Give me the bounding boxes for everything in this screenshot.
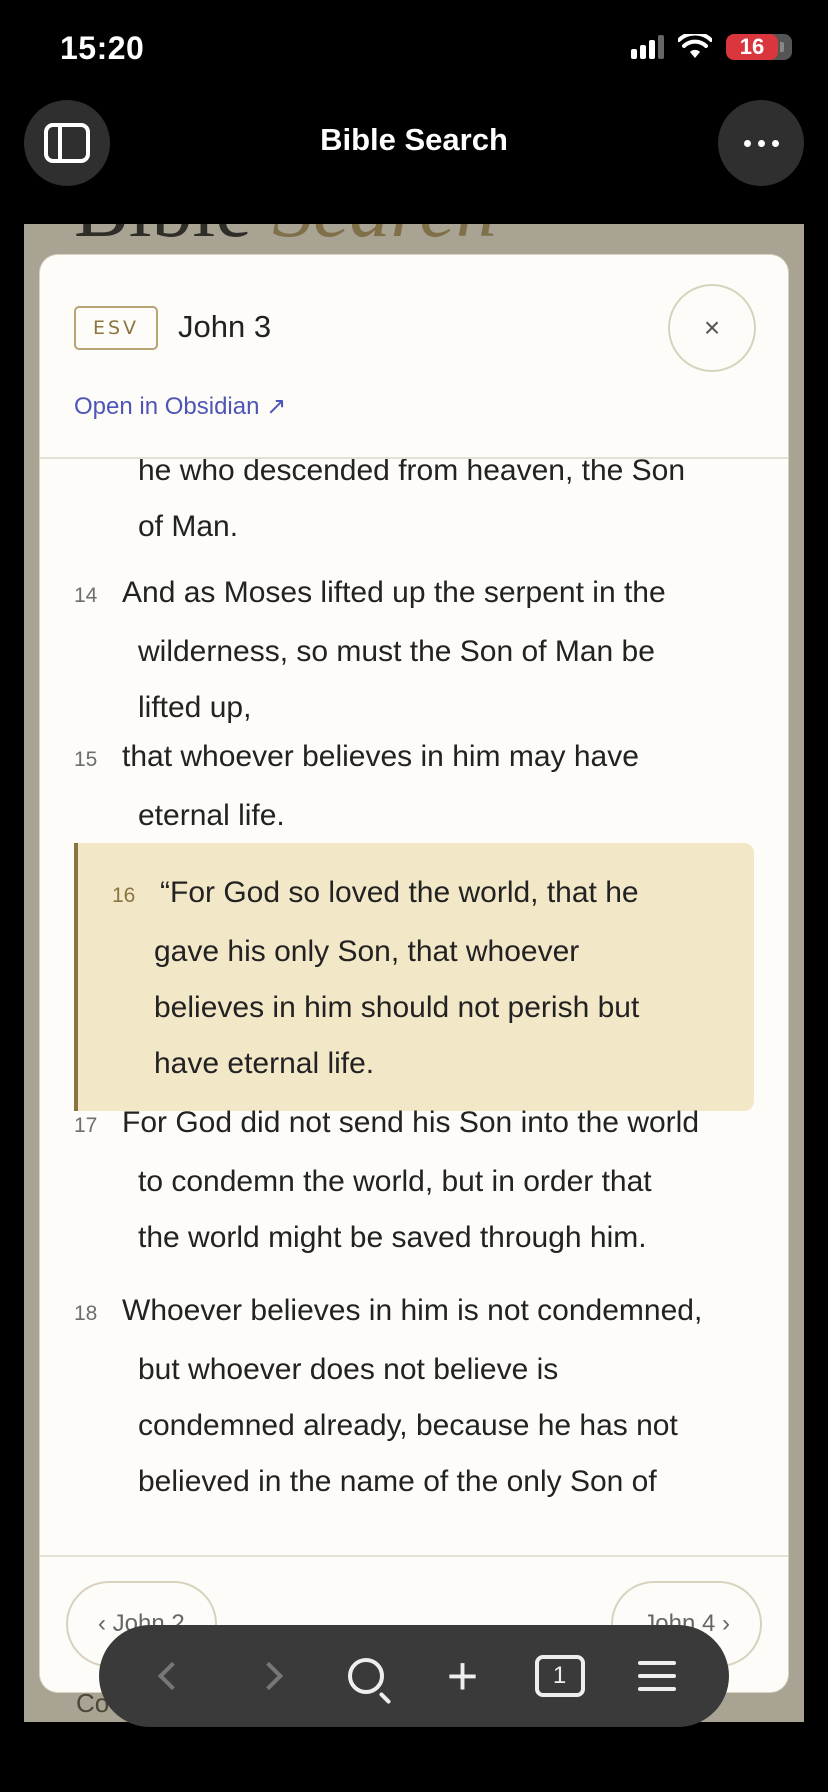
- battery-level: 16: [726, 34, 784, 60]
- verse-number: 15: [74, 748, 98, 771]
- ellipsis-icon: [743, 139, 779, 147]
- tabs-button[interactable]: 1: [528, 1644, 592, 1708]
- close-button[interactable]: ×: [668, 284, 756, 372]
- plus-icon: +: [446, 1646, 479, 1706]
- modal-header: ESV John 3 × Open in Obsidian ↗: [40, 255, 788, 459]
- verse-14: 14 And as Moses lifted up the serpent in …: [74, 565, 754, 736]
- verse-16-highlight: 16 “For God so loved the world, that he g…: [74, 843, 754, 1111]
- search-button[interactable]: [334, 1644, 398, 1708]
- verse-modal: ESV John 3 × Open in Obsidian ↗ he who d…: [40, 255, 788, 1692]
- verse-number: 16: [112, 884, 136, 907]
- tab-count: 1: [534, 1655, 585, 1697]
- status-icons: 16: [631, 34, 792, 60]
- browser-top-bar: Bible Search: [0, 92, 828, 224]
- page-title: Bible Search: [320, 122, 508, 157]
- verse-15: 15 that whoever believes in him may have …: [74, 729, 754, 844]
- menu-button[interactable]: [625, 1644, 689, 1708]
- browser-toolbar: + 1: [99, 1625, 729, 1727]
- battery-icon: 16: [726, 34, 792, 60]
- verse-number: 18: [74, 1302, 98, 1325]
- verse-18: 18 Whoever believes in him is not condemn…: [74, 1283, 754, 1510]
- verse-number: 17: [74, 1114, 98, 1137]
- verse-list: he who descended from heaven, the Son of…: [40, 459, 788, 1559]
- status-time: 15:20: [60, 30, 145, 66]
- search-icon: [347, 1658, 384, 1694]
- cellular-signal-icon: [631, 35, 664, 59]
- back-button[interactable]: [140, 1644, 204, 1708]
- background-heading: Bible Search: [74, 224, 497, 256]
- verse-13-tail: he who descended from heaven, the Son of…: [138, 459, 686, 543]
- wifi-icon: [678, 34, 712, 58]
- chapter-title: John 3: [178, 309, 272, 344]
- verse-16: 16 “For God so loved the world, that he g…: [112, 865, 639, 1092]
- verse-number: 14: [74, 584, 98, 607]
- hamburger-icon: [637, 1661, 676, 1691]
- version-badge: ESV: [74, 306, 158, 350]
- new-tab-button[interactable]: +: [431, 1644, 495, 1708]
- more-options-button[interactable]: [718, 100, 804, 186]
- open-in-obsidian-link[interactable]: Open in Obsidian ↗: [74, 392, 286, 421]
- status-bar: 15:20 16: [0, 0, 828, 92]
- chevron-left-icon: [157, 1661, 186, 1691]
- verse-17: 17 For God did not send his Son into the …: [74, 1095, 754, 1266]
- forward-button[interactable]: [237, 1644, 301, 1708]
- chevron-right-icon: [254, 1661, 283, 1691]
